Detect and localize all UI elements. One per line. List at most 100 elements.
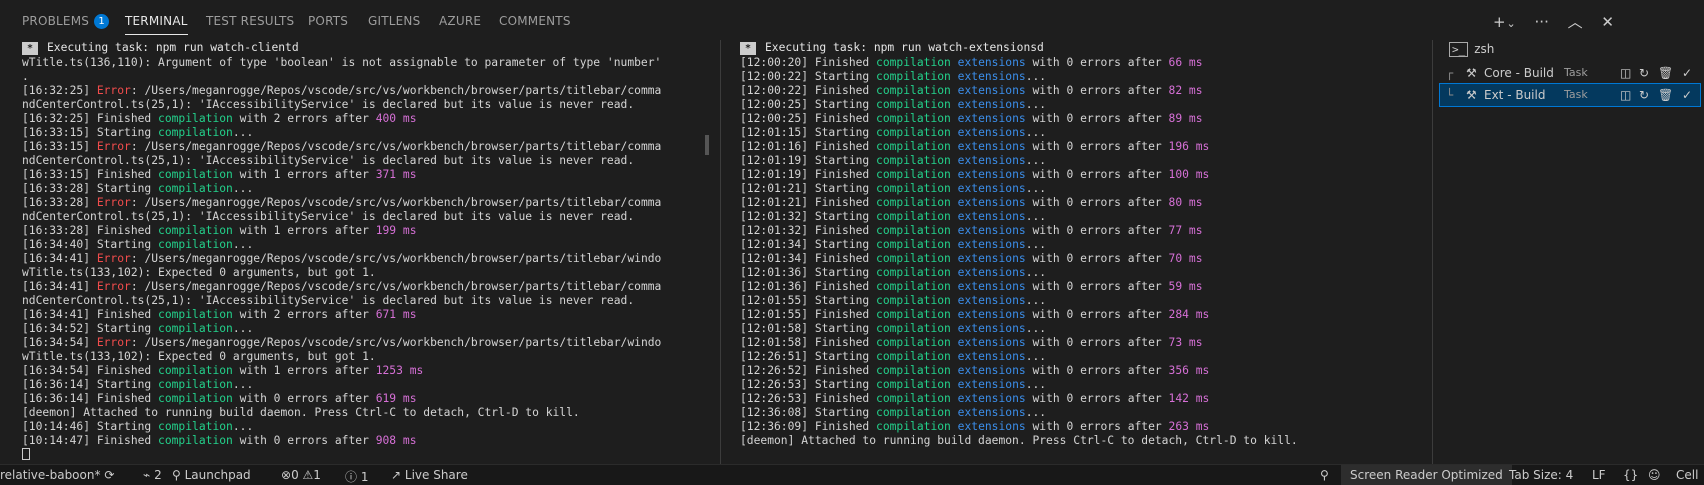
branch-indicator[interactable]: relative-baboon* ⟳ — [0, 468, 114, 482]
rerun-task-icon[interactable]: ↻ — [1639, 84, 1649, 106]
launchpad-button[interactable]: ⚲ Launchpad — [172, 468, 251, 482]
terminal-segment — [951, 392, 958, 405]
tab-gitlens[interactable]: GITLENS — [368, 14, 420, 28]
copilot-icon[interactable]: ☺ — [1648, 468, 1661, 482]
trash-icon[interactable]: 🗑 — [1658, 84, 1673, 106]
terminal-line: ndCenterControl.ts(25,1): 'IAccessibilit… — [22, 294, 702, 308]
terminal-segment: with 0 errors after — [1025, 112, 1169, 125]
terminal-segment: Error — [96, 84, 131, 97]
live-share-button[interactable]: ↗ Live Share — [391, 468, 468, 482]
branch-name: relative-baboon* — [0, 468, 101, 482]
terminal-line: [12:36:08] Starting compilation extensio… — [740, 406, 1430, 420]
terminal-segment: 671 ms — [375, 308, 417, 321]
task-star-icon: * — [740, 42, 756, 55]
terminal-segment: Error — [96, 196, 131, 209]
terminal-list-shell[interactable]: >_ zsh — [1449, 42, 1495, 57]
terminal-line: [12:01:32] Finished compilation extensio… — [740, 224, 1430, 238]
terminal-segment: [16:36:14] Finished — [22, 392, 159, 405]
screen-reader-button[interactable]: Screen Reader Optimized — [1341, 465, 1512, 485]
terminal-segment: 66 ms — [1168, 56, 1203, 69]
tab-azure[interactable]: AZURE — [439, 14, 481, 28]
info-count: 1 — [360, 470, 369, 484]
terminal-segment: compilation — [158, 182, 233, 195]
pane-divider[interactable] — [720, 40, 721, 464]
terminal-segment: [12:01:58] Finished — [740, 336, 877, 349]
terminal-line: [16:34:54] Finished compilation with 1 e… — [22, 364, 702, 378]
terminal-line: [16:34:41] Finished compilation with 2 e… — [22, 308, 702, 322]
terminal-segment: extensions — [957, 168, 1026, 181]
terminal-segment: 142 ms — [1168, 392, 1210, 405]
ports-icon: ⌁ — [143, 468, 151, 482]
warning-icon: ⚠ — [302, 468, 314, 482]
terminal-segment: compilation — [876, 168, 951, 181]
terminal-segment: [12:01:55] Finished — [740, 308, 877, 321]
shell-name: zsh — [1474, 42, 1495, 56]
terminal-line: [12:01:16] Finished compilation extensio… — [740, 140, 1430, 154]
panel-tab-strip: PROBLEMS 1 TERMINAL TEST RESULTS PORTS GI… — [0, 0, 1704, 40]
terminal-line: [16:33:15] Error: /Users/meganrogge/Repo… — [22, 140, 702, 154]
terminal-segment: compilation — [158, 224, 233, 237]
terminal-list-item-core-build[interactable]: ┌ ⚒ Core - Build Task ◫ ↻ 🗑 ✓ — [1440, 62, 1700, 84]
terminal-segment: compilation — [876, 112, 951, 125]
terminal-segment: compilation — [876, 392, 951, 405]
terminal-pane-extensionsd[interactable]: * Executing task: npm run watch-extension… — [740, 40, 1430, 464]
terminal-segment: extensions — [957, 224, 1026, 237]
tab-terminal[interactable]: TERMINAL — [125, 14, 188, 35]
terminal-line: [12:01:21] Finished compilation extensio… — [740, 196, 1430, 210]
pane1-scrollbar[interactable] — [705, 135, 709, 155]
cell-indicator[interactable]: Cell — [1676, 468, 1698, 482]
new-terminal-plus-icon[interactable]: + — [1493, 13, 1506, 31]
terminal-line: [16:33:28] Error: /Users/meganrogge/Repo… — [22, 196, 702, 210]
terminal-line: [12:00:22] Starting compilation extensio… — [740, 70, 1430, 84]
terminal-segment: with 0 errors after — [1025, 308, 1169, 321]
terminal-line: [12:26:53] Starting compilation extensio… — [740, 378, 1430, 392]
bell-icon[interactable]: ⚲ — [1320, 468, 1329, 482]
braces-icon[interactable]: {} — [1623, 468, 1638, 482]
tab-problems[interactable]: PROBLEMS 1 — [22, 14, 110, 29]
maximize-panel-chevron-up-icon[interactable]: ︿ — [1568, 13, 1583, 31]
terminal-segment: with 1 errors after — [232, 168, 376, 181]
terminal-pane-clientd[interactable]: * Executing task: npm run watch-clientd w… — [22, 40, 702, 464]
terminal-segment: compilation — [158, 238, 233, 251]
terminal-segment: extensions — [957, 420, 1026, 433]
rerun-task-icon[interactable]: ↻ — [1639, 62, 1649, 84]
terminal-segment: [16:33:28] — [22, 196, 97, 209]
terminal-segment: compilation — [158, 378, 233, 391]
terminal-segment — [951, 266, 958, 279]
eol-indicator[interactable]: LF — [1592, 468, 1606, 482]
terminal-segment: Error — [96, 140, 131, 153]
terminal-segment: [deemon] Attached to running build daemo… — [740, 434, 1298, 447]
tab-size-indicator[interactable]: Tab Size: 4 — [1509, 468, 1573, 482]
problems-indicator[interactable]: ⊗0 ⚠1 — [281, 468, 321, 482]
terminal-segment: compilation — [876, 126, 951, 139]
terminal-segment: compilation — [876, 266, 951, 279]
terminal-segment: compilation — [876, 98, 951, 111]
ports-indicator[interactable]: ⌁ 2 — [143, 468, 162, 482]
terminal-line: [16:32:25] Error: /Users/meganrogge/Repo… — [22, 84, 702, 98]
terminal-line: [12:26:51] Starting compilation extensio… — [740, 350, 1430, 364]
trash-icon[interactable]: 🗑 — [1658, 62, 1673, 84]
terminal-segment: extensions — [957, 210, 1026, 223]
split-terminal-icon[interactable]: ◫ — [1620, 62, 1631, 84]
terminal-segment: compilation — [876, 378, 951, 391]
terminal-segment — [951, 98, 958, 111]
terminal-segment: extensions — [957, 70, 1026, 83]
tab-test-results[interactable]: TEST RESULTS — [206, 14, 294, 28]
terminal-segment: ... — [1025, 154, 1047, 167]
info-indicator[interactable]: ⓘ 1 — [345, 468, 368, 485]
tab-ports[interactable]: PORTS — [308, 14, 348, 28]
close-panel-icon[interactable]: ✕ — [1601, 13, 1614, 31]
terminal-segment: compilation — [158, 420, 233, 433]
terminal-segment: with 0 errors after — [1025, 336, 1169, 349]
terminal-segment: [16:34:40] Starting — [22, 238, 159, 251]
terminal-line: ndCenterControl.ts(25,1): 'IAccessibilit… — [22, 210, 702, 224]
info-icon: ⓘ — [345, 470, 358, 484]
terminal-list-item-ext-build[interactable]: └ ⚒ Ext - Build Task ◫ ↻ 🗑 ✓ — [1439, 83, 1701, 107]
more-actions-ellipsis-icon[interactable]: ··· — [1535, 13, 1549, 31]
terminal-segment: 908 ms — [375, 434, 417, 447]
terminal-list-divider[interactable] — [1432, 40, 1433, 464]
split-terminal-icon[interactable]: ◫ — [1620, 84, 1631, 106]
tab-comments[interactable]: COMMENTS — [499, 14, 571, 28]
launch-profile-chevron-icon[interactable]: ⌄ — [1507, 17, 1516, 30]
terminal-segment — [951, 210, 958, 223]
